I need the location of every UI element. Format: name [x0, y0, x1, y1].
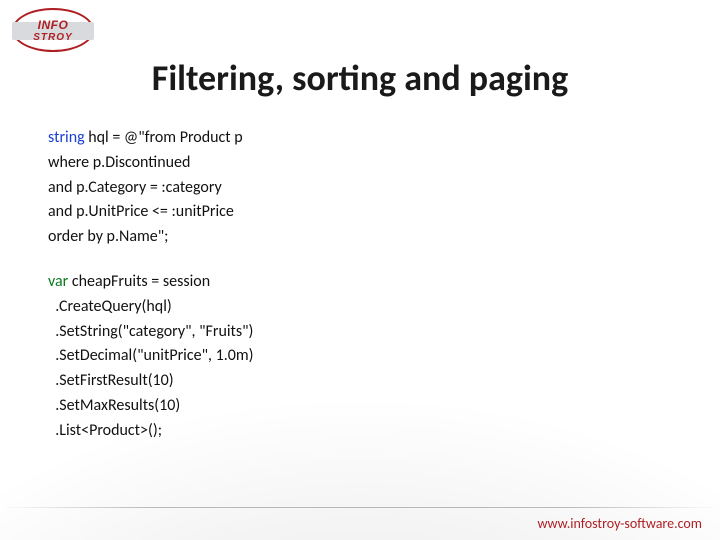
code-line: .SetMaxResults(10): [48, 394, 253, 419]
code-line: order by p.Name";: [48, 225, 243, 250]
footer-url: www.infostroy-software.com: [537, 515, 702, 532]
logo-text-bottom: STROY: [33, 33, 72, 43]
slide: INFO STROY Filtering, sorting and paging…: [0, 0, 720, 540]
keyword-var: var: [48, 272, 68, 291]
logo-oval: INFO STROY: [12, 8, 94, 52]
code-line: and p.Category = :category: [48, 176, 243, 201]
slide-title: Filtering, sorting and paging: [0, 56, 720, 100]
code-line: and p.UnitPrice <= :unitPrice: [48, 200, 243, 225]
code-line: .List<Product>();: [48, 419, 253, 444]
footer-divider: [0, 507, 720, 508]
code-line: var cheapFruits = session: [48, 270, 253, 295]
code-text: hql = @"from Product p: [85, 128, 243, 147]
code-line: .SetDecimal("unitPrice", 1.0m): [48, 344, 253, 369]
code-block-session: var cheapFruits = session .CreateQuery(h…: [48, 270, 253, 444]
keyword-string: string: [48, 128, 85, 147]
code-line: .SetString("category", "Fruits"): [48, 320, 253, 345]
code-line: .CreateQuery(hql): [48, 295, 253, 320]
code-line: where p.Discontinued: [48, 151, 243, 176]
logo: INFO STROY: [12, 8, 94, 52]
code-block-hql: string hql = @"from Product p where p.Di…: [48, 126, 243, 250]
code-line: string hql = @"from Product p: [48, 126, 243, 151]
code-text: cheapFruits = session: [68, 272, 210, 291]
logo-text-top: INFO: [38, 19, 69, 31]
code-line: .SetFirstResult(10): [48, 369, 253, 394]
